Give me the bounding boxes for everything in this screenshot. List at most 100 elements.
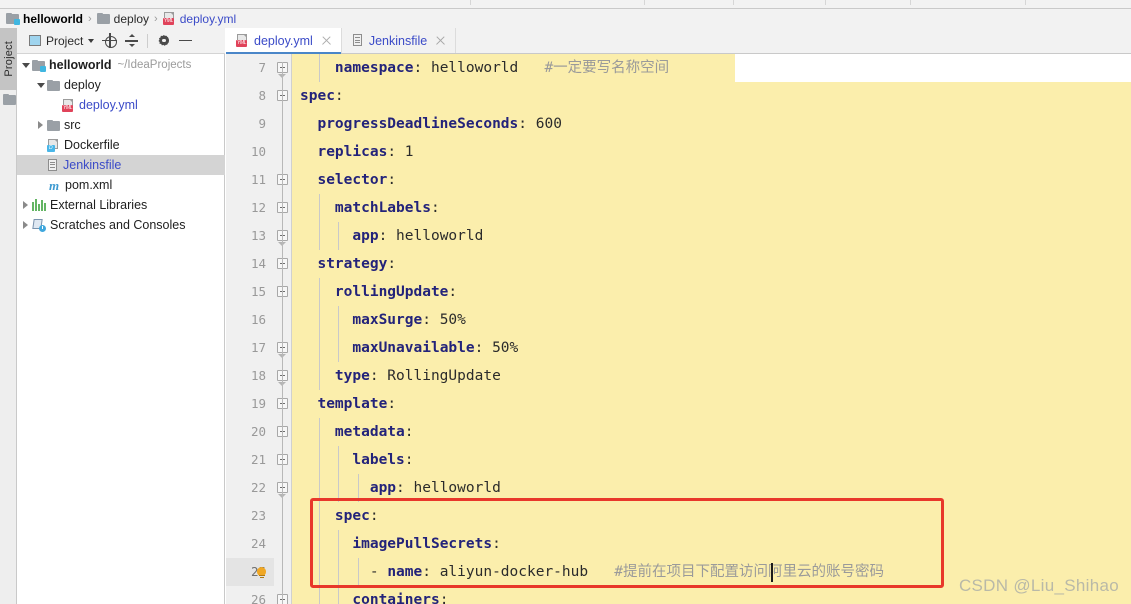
breadcrumb-separator-icon: › [88,12,92,25]
locate-crosshair-icon[interactable] [102,33,118,48]
gear-icon[interactable] [157,34,170,47]
tree-item-label: deploy.yml [79,98,138,112]
toolbar-separator [825,0,826,5]
docker-file-icon: D [47,138,60,152]
breadcrumb-item-deploy[interactable]: deploy [96,11,150,26]
tree-item-external-libraries[interactable]: External Libraries [17,195,225,215]
code-line[interactable]: maxUnavailable: 50% [300,334,518,362]
project-view-selector[interactable]: Project [29,33,95,48]
text-file-icon [352,34,364,47]
tree-item-jenkinsfile[interactable]: Jenkinsfile [17,155,225,175]
collapse-all-icon[interactable] [125,34,139,47]
yml-file-icon: YML [62,98,75,112]
editor-tab-label: Jenkinsfile [368,33,428,48]
code-line[interactable]: template: [300,390,396,418]
editor-tab-deploy-yml[interactable]: YML deploy.yml [226,28,342,54]
editor-fold-column[interactable] [274,54,292,604]
breadcrumb-label: deploy [113,11,150,26]
code-line[interactable]: labels: [300,446,413,474]
code-line[interactable]: matchLabels: [300,194,440,222]
code-line[interactable]: metadata: [300,418,414,446]
code-line[interactable]: containers: [300,586,448,604]
close-icon[interactable] [321,35,332,46]
tree-twisty[interactable] [19,195,32,215]
breadcrumb-item-deploy-yml[interactable]: YML deploy.yml [162,12,236,26]
folder-icon [96,13,110,24]
tree-item-label: helloworld [49,58,112,72]
editor-tab-jenkinsfile[interactable]: Jenkinsfile [342,28,457,53]
tree-item-deploy-yml[interactable]: YML deploy.yml [17,95,225,115]
folder-module-icon [32,59,46,72]
selection-highlight [292,502,1131,530]
line-number: 12 [250,200,266,215]
code-line[interactable]: replicas: 1 [300,138,413,166]
line-number: 16 [250,312,266,327]
line-number: 7 [258,60,266,75]
code-line[interactable]: strategy: [300,250,396,278]
minimize-icon[interactable] [179,39,193,42]
tree-twisty[interactable] [34,75,47,95]
tree-twisty [34,155,47,175]
stripe-tab-label: Project [2,41,15,77]
tree-twisty[interactable] [34,115,47,135]
line-number: 17 [250,340,266,355]
stripe-tab-project[interactable]: Project [0,28,17,90]
editor-gutter[interactable]: 7891011121314151617181920212223242526272… [226,54,274,604]
code-line[interactable]: imagePullSecrets: [300,530,500,558]
toolbar-separator [733,0,734,5]
code-line[interactable]: namespace: helloworld #一定要写名称空间 [300,54,669,82]
line-number: 21 [250,452,266,467]
watermark: CSDN @Liu_Shihao [958,576,1119,595]
tree-item-src[interactable]: src [17,115,225,135]
selection-highlight [292,82,1131,110]
project-panel-title: Project [46,33,84,48]
tree-twisty[interactable] [19,55,32,75]
project-panel-toolbar: Project [17,28,225,54]
selection-highlight [292,390,1131,418]
code-editor[interactable]: 7891011121314151617181920212223242526272… [226,54,1131,604]
tree-item-dockerfile[interactable]: D Dockerfile [17,135,225,155]
code-line[interactable]: selector: [300,166,396,194]
tree-item-deploy[interactable]: deploy [17,75,225,95]
code-line[interactable]: app: helloworld [300,474,501,502]
yml-file-icon: YML [162,12,176,25]
tree-twisty [49,95,62,115]
code-line[interactable]: progressDeadlineSeconds: 600 [300,110,561,138]
lightbulb-icon[interactable] [256,567,267,579]
idea-window: helloworld › deploy › YML deploy.yml Pro… [0,0,1131,604]
tree-item-scratches-and-consoles[interactable]: Scratches and Consoles [17,215,225,235]
breadcrumb-item-helloworld[interactable]: helloworld [6,12,83,26]
chevron-down-icon [88,38,95,43]
selection-highlight [292,166,1131,194]
code-line[interactable]: - name: aliyun-docker-hub #提前在项目下配置访问阿里云… [300,558,884,586]
tree-item-label: Jenkinsfile [63,158,122,172]
line-number: 22 [250,480,266,495]
code-line[interactable]: spec: [300,82,344,110]
text-caret [771,563,773,582]
tree-twisty [34,135,47,155]
tree-twisty[interactable] [19,215,32,235]
code-line[interactable]: app: helloworld [300,222,483,250]
line-number: 26 [250,592,266,604]
selection-highlight [292,446,1131,474]
line-number: 8 [258,88,266,103]
tree-item-label: Dockerfile [64,138,120,152]
code-line[interactable]: rollingUpdate: [300,278,457,306]
line-number: 23 [250,508,266,523]
editor-code-area[interactable]: namespace: helloworld #一定要写名称空间 spec: pro… [292,54,1131,604]
line-number: 15 [250,284,266,299]
toolbar-divider [147,33,149,48]
code-line[interactable]: type: RollingUpdate [300,362,501,390]
editor-tab-label: deploy.yml [254,33,313,48]
main-toolbar-strip [0,0,1131,9]
line-number: 9 [258,116,266,131]
tree-item-pom-xml[interactable]: m pom.xml [17,175,225,195]
line-number: 11 [250,172,266,187]
close-icon[interactable] [435,35,446,46]
fold-guide-line [282,62,283,604]
tree-item-helloworld[interactable]: helloworld ~/IdeaProjects [17,55,225,75]
breadcrumb-separator-icon: › [154,12,158,25]
code-line[interactable]: spec: [300,502,379,530]
code-line[interactable]: maxSurge: 50% [300,306,466,334]
line-number: 13 [250,228,266,243]
